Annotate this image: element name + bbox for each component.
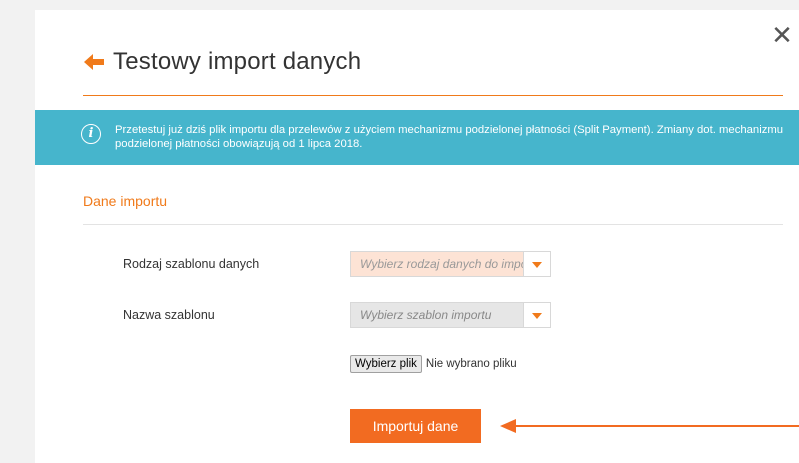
data-type-dropdown-button[interactable] [523, 252, 550, 276]
template-dropdown-button[interactable] [523, 303, 550, 327]
file-status-text: Nie wybrano pliku [425, 358, 517, 370]
data-type-label: Rodzaj szablonu danych [123, 257, 260, 271]
page-title: Testowy import danych [113, 48, 362, 75]
file-picker: Wybierz plik Nie wybrano pliku [350, 355, 517, 373]
chevron-down-icon [532, 313, 542, 319]
close-icon[interactable]: ✕ [771, 22, 793, 48]
header-divider [83, 95, 783, 96]
pointer-arrow-icon [500, 419, 799, 433]
choose-file-button[interactable]: Wybierz plik [350, 355, 422, 373]
info-icon: i [81, 124, 101, 144]
chevron-down-icon [532, 262, 542, 268]
modal-header: Testowy import danych [83, 48, 783, 76]
template-select-value[interactable]: Wybierz szablon importu [351, 303, 523, 327]
import-modal: ✕ Testowy import danych i Przetestuj już… [35, 10, 799, 463]
section-title: Dane importu [83, 193, 168, 209]
back-arrow-icon[interactable] [83, 51, 105, 73]
info-text: Przetestuj już dziś plik importu dla prz… [115, 124, 784, 150]
template-select[interactable]: Wybierz szablon importu [350, 302, 551, 328]
info-banner: i Przetestuj już dziś plik importu dla p… [35, 110, 799, 165]
import-button[interactable]: Importuj dane [350, 409, 481, 443]
template-label: Nazwa szablonu [123, 308, 215, 322]
section-divider [83, 224, 783, 225]
data-type-select-value[interactable]: Wybierz rodzaj danych do importu [351, 252, 523, 276]
data-type-select[interactable]: Wybierz rodzaj danych do importu [350, 251, 551, 277]
